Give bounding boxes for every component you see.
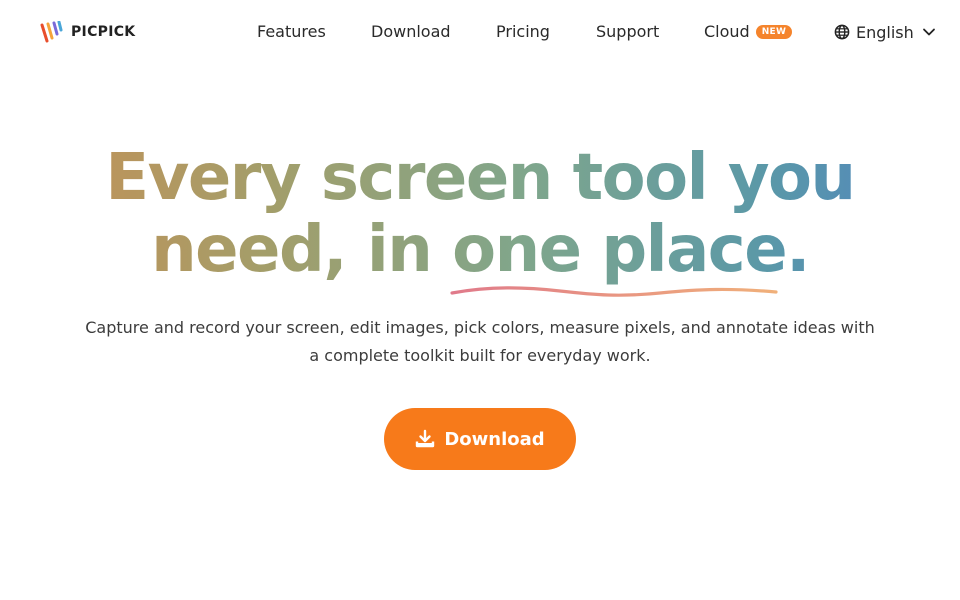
nav-support-link[interactable]: Support	[596, 22, 659, 42]
hero-headline: Every screen tool you need, in one place…	[0, 142, 960, 286]
brand-logo[interactable]: PICPICK	[40, 20, 135, 44]
new-badge: NEW	[755, 25, 793, 39]
site-header: PICPICK Features Download Pricing Suppor…	[0, 0, 960, 64]
cta-label: Download	[444, 428, 545, 450]
headline-line-1: Every screen tool you	[0, 142, 960, 214]
nav-cloud-link[interactable]: Cloud NEW	[704, 22, 793, 42]
language-selector[interactable]: English	[834, 22, 936, 42]
globe-icon	[834, 24, 850, 40]
headline-line-2: need, in one place.	[0, 214, 960, 286]
hero-subtext: Capture and record your screen, edit ima…	[85, 318, 875, 365]
language-label: English	[856, 22, 914, 42]
hero-download-button[interactable]: Download	[384, 408, 576, 470]
nav-download-link[interactable]: Download	[371, 22, 451, 42]
nav-cloud-label: Cloud	[704, 22, 750, 41]
striped-p-logo-icon	[40, 21, 63, 43]
download-icon	[416, 429, 435, 448]
nav-features-link[interactable]: Features	[257, 22, 326, 42]
headline-underline-squiggle	[450, 286, 778, 297]
nav-pricing-link[interactable]: Pricing	[496, 22, 550, 42]
brand-name: PICPICK	[71, 24, 136, 40]
chevron-down-icon	[922, 28, 935, 36]
